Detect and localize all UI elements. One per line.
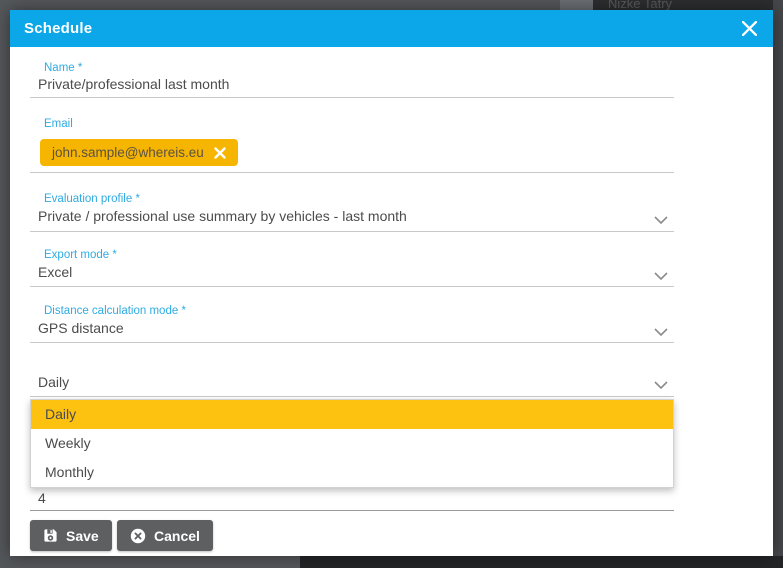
distance-calculation-mode-select[interactable]: GPS distance	[38, 320, 124, 336]
cancel-button-label: Cancel	[154, 528, 200, 544]
dialog-header: Schedule	[10, 10, 773, 47]
required-mark: *	[112, 249, 116, 261]
interval-input[interactable]: 4	[38, 490, 46, 506]
name-field-divider	[30, 97, 674, 98]
chevron-down-icon[interactable]	[654, 211, 668, 229]
interval-field-divider	[30, 510, 674, 511]
backdrop-bottom-strip	[300, 556, 783, 568]
distance-calculation-mode-divider	[30, 342, 674, 343]
email-chip[interactable]: john.sample@whereis.eu	[40, 139, 238, 166]
cancel-circle-x-icon	[130, 528, 146, 544]
required-mark: *	[181, 305, 185, 317]
export-mode-label: Export mode *	[44, 249, 117, 261]
email-label: Email	[44, 118, 73, 130]
remove-email-icon[interactable]	[214, 147, 226, 159]
required-mark: *	[78, 62, 82, 74]
dialog-title: Schedule	[24, 20, 92, 37]
dropdown-option-monthly[interactable]: Monthly	[31, 458, 673, 487]
chevron-down-icon[interactable]	[654, 323, 668, 341]
cancel-button[interactable]: Cancel	[117, 520, 213, 551]
save-button[interactable]: Save	[30, 520, 112, 551]
evaluation-profile-select[interactable]: Private / professional use summary by ve…	[38, 208, 407, 224]
distance-calculation-mode-label: Distance calculation mode *	[44, 305, 186, 317]
required-mark: *	[135, 193, 139, 205]
dropdown-option-daily[interactable]: Daily	[31, 400, 673, 429]
email-field-divider	[30, 172, 674, 173]
close-icon[interactable]	[741, 20, 757, 36]
frequency-divider	[30, 396, 674, 397]
evaluation-profile-divider	[30, 231, 674, 232]
backdrop-right-strip	[773, 0, 783, 568]
evaluation-profile-label: Evaluation profile *	[44, 193, 140, 205]
name-input[interactable]: Private/professional last month	[38, 76, 229, 92]
frequency-dropdown-list: Daily Weekly Monthly	[30, 399, 674, 488]
export-mode-divider	[30, 286, 674, 287]
name-label: Name *	[44, 62, 82, 74]
dropdown-option-weekly[interactable]: Weekly	[31, 429, 673, 458]
export-mode-select[interactable]: Excel	[38, 264, 72, 280]
chevron-down-icon[interactable]	[654, 267, 668, 285]
chevron-down-icon[interactable]	[654, 376, 668, 394]
save-button-label: Save	[66, 528, 99, 544]
email-chip-value: john.sample@whereis.eu	[52, 145, 204, 160]
frequency-select[interactable]: Daily	[38, 374, 69, 390]
schedule-dialog: Schedule Name * Private/professional las…	[10, 10, 773, 556]
save-floppy-icon	[43, 528, 58, 543]
backdrop-light-square	[560, 0, 593, 10]
